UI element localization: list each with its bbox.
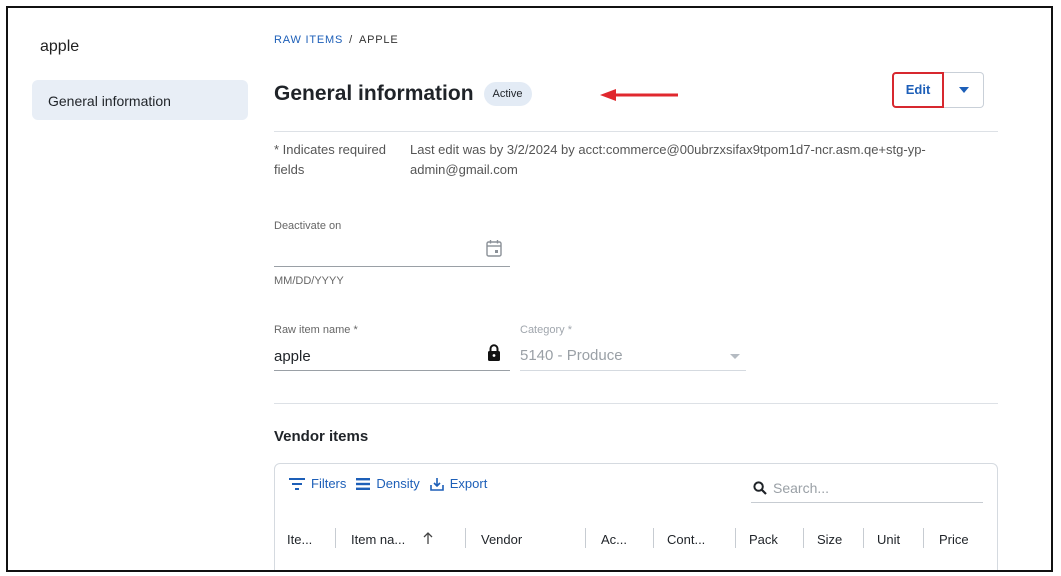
column-separator[interactable] [803, 528, 804, 548]
column-separator[interactable] [863, 528, 864, 548]
edit-options-dropdown-button[interactable] [944, 72, 984, 108]
search-input[interactable]: Search... [751, 474, 983, 503]
filters-button[interactable]: Filters [289, 476, 346, 491]
calendar-icon[interactable] [486, 239, 502, 257]
filters-label: Filters [311, 476, 347, 491]
header-divider [274, 131, 998, 132]
column-header-unit[interactable]: Unit [877, 532, 900, 547]
column-header-size[interactable]: Size [817, 532, 842, 547]
column-header-contract[interactable]: Cont... [667, 532, 705, 547]
category-underline [520, 370, 746, 371]
column-header-item-name[interactable]: Item na... [351, 532, 405, 547]
sort-ascending-icon[interactable] [423, 532, 433, 544]
raw-item-name-input[interactable]: apple [274, 340, 510, 370]
section-divider [274, 403, 998, 404]
filter-icon [289, 477, 305, 490]
caret-down-icon [958, 87, 969, 93]
vendor-items-title: Vendor items [274, 428, 369, 445]
status-badge: Active [483, 82, 532, 106]
export-label: Export [449, 476, 488, 491]
column-header-vendor[interactable]: Vendor [481, 532, 522, 547]
required-fields-note: * Indicates required fields [274, 142, 387, 177]
breadcrumb-raw-items-link[interactable]: RAW ITEMS [274, 34, 343, 46]
last-edit-info: Last edit was by 3/2/2024 by acct:commer… [410, 142, 926, 177]
category-select: 5140 - Produce [520, 340, 746, 370]
column-separator[interactable] [653, 528, 654, 548]
deactivate-on-label: Deactivate on [274, 220, 342, 232]
deactivate-on-input[interactable] [274, 236, 510, 266]
breadcrumb-current: APPLE [358, 34, 399, 46]
app-window: apple General information RAW ITEMS / APPL… [6, 6, 1053, 572]
export-icon [429, 477, 444, 491]
column-separator[interactable] [923, 528, 924, 548]
column-header-price[interactable]: Price [939, 532, 969, 547]
category-value: 5140 - Produce [520, 347, 623, 364]
density-icon [356, 477, 371, 490]
annotation-arrow-icon [600, 89, 678, 101]
raw-item-name-label: Raw item name * [274, 324, 358, 336]
edit-button[interactable]: Edit [892, 72, 944, 108]
column-header-item-id[interactable]: Ite... [287, 532, 312, 547]
deactivate-on-underline [274, 266, 510, 267]
vendor-items-grid: Filters Density Export Search... Ite... … [274, 463, 998, 570]
breadcrumb-separator: / [349, 34, 353, 46]
edit-button-group: Edit [892, 72, 984, 108]
density-label: Density [376, 476, 420, 491]
grid-toolbar: Filters Density Export [289, 476, 497, 491]
raw-item-name-value: apple [274, 348, 311, 365]
sidebar-title: apple [40, 38, 80, 55]
column-separator[interactable] [585, 528, 586, 548]
column-separator[interactable] [735, 528, 736, 548]
sidebar-item-general-information[interactable]: General information [32, 80, 248, 120]
category-label: Category * [520, 324, 572, 336]
grid-column-headers: Ite... Item na... Vendor Ac... Cont... P… [275, 526, 997, 552]
title-row: General information Active [274, 74, 532, 114]
breadcrumb: RAW ITEMS / APPLE [274, 34, 398, 46]
column-header-account[interactable]: Ac... [601, 532, 627, 547]
column-header-pack[interactable]: Pack [749, 532, 778, 547]
column-separator[interactable] [335, 528, 336, 548]
deactivate-on-helper: MM/DD/YYYY [274, 275, 344, 287]
column-separator[interactable] [465, 528, 466, 548]
density-button[interactable]: Density [356, 476, 420, 491]
chevron-down-icon [730, 354, 740, 359]
page-title: General information [274, 82, 474, 105]
raw-item-name-underline [274, 370, 510, 371]
sidebar-item-label: General information [48, 93, 171, 109]
lock-icon [488, 344, 500, 361]
search-icon [753, 481, 767, 495]
search-placeholder: Search... [773, 480, 830, 496]
export-button[interactable]: Export [429, 476, 488, 491]
